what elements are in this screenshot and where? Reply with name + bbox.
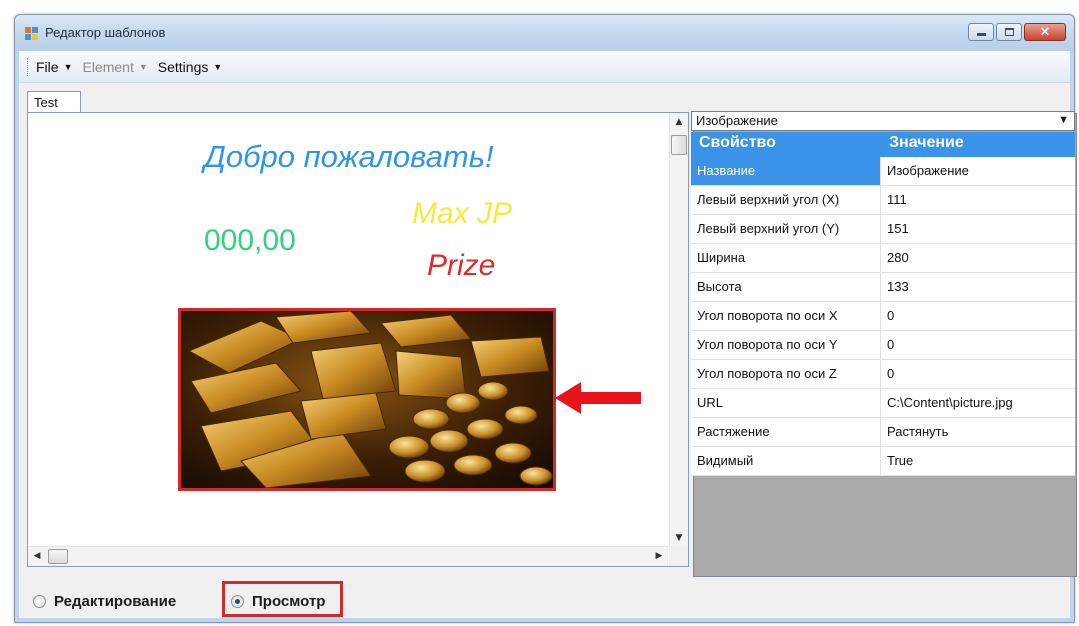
value-column-header: Значение xyxy=(889,134,964,151)
chevron-down-icon: ▼ xyxy=(1058,114,1069,126)
property-name: Угол поворота по оси Z xyxy=(691,360,881,388)
property-value[interactable]: 111 xyxy=(881,186,1075,214)
maximize-button[interactable] xyxy=(996,23,1022,41)
edit-mode-radio[interactable]: Редактирование xyxy=(33,593,176,610)
scroll-down-icon[interactable]: ▼ xyxy=(670,529,688,547)
client-area: File ▼ Element ▼ Settings ▼ Test Добро пожа… xyxy=(19,51,1077,618)
property-name: Растяжение xyxy=(691,418,881,446)
menu-grip xyxy=(27,57,30,76)
score-text-element[interactable]: 000,00 xyxy=(204,224,296,258)
tab-test[interactable]: Test xyxy=(27,91,81,113)
view-mode-radio[interactable]: Просмотр xyxy=(231,593,325,610)
property-row-url[interactable]: URL C:\Content\picture.jpg xyxy=(691,389,1075,418)
scroll-left-icon[interactable]: ◀ xyxy=(28,547,46,566)
app-window: Редактор шаблонов × File ▼ Element ▼ Setti… xyxy=(14,14,1077,623)
minimize-button[interactable] xyxy=(968,23,994,41)
property-row-rotation-y[interactable]: Угол поворота по оси Y 0 xyxy=(691,331,1075,360)
horizontal-scrollbar[interactable]: ◀ ▶ xyxy=(28,546,668,566)
edit-mode-label: Редактирование xyxy=(54,593,177,610)
property-name: Угол поворота по оси Y xyxy=(691,331,881,359)
menu-bar: File ▼ Element ▼ Settings ▼ xyxy=(19,51,1070,83)
vertical-scrollbar[interactable]: ▲ ▼ xyxy=(669,113,688,547)
view-mode-label: Просмотр xyxy=(252,593,326,610)
property-row-width[interactable]: Ширина 280 xyxy=(691,244,1075,273)
scroll-up-icon[interactable]: ▲ xyxy=(670,113,688,131)
property-grid: Свойство Значение Название Изображение Л… xyxy=(691,132,1075,476)
menu-file[interactable]: File ▼ xyxy=(36,59,72,75)
property-row-stretch[interactable]: Растяжение Растянуть xyxy=(691,418,1075,447)
menu-file-label: File xyxy=(36,58,59,75)
window-controls: × xyxy=(968,23,1066,43)
scrollbar-corner xyxy=(669,546,688,566)
vertical-scroll-thumb[interactable] xyxy=(671,135,687,155)
property-row-rotation-x[interactable]: Угол поворота по оси X 0 xyxy=(691,302,1075,331)
property-name: Левый верхний угол (Y) xyxy=(691,215,881,243)
property-name: Высота xyxy=(691,273,881,301)
radio-unchecked-icon xyxy=(33,595,46,608)
object-selector-value: Изображение xyxy=(696,113,778,128)
property-value[interactable]: 133 xyxy=(881,273,1075,301)
property-column-header: Свойство xyxy=(699,134,776,151)
property-row-name[interactable]: Название Изображение xyxy=(691,157,1075,186)
property-row-rotation-z[interactable]: Угол поворота по оси Z 0 xyxy=(691,360,1075,389)
property-row-left-x[interactable]: Левый верхний угол (X) 111 xyxy=(691,186,1075,215)
maxjp-text-element[interactable]: Max JP xyxy=(412,197,512,231)
property-value[interactable]: Растянуть xyxy=(881,418,1075,446)
minimize-icon xyxy=(977,33,986,36)
property-value[interactable]: 0 xyxy=(881,331,1075,359)
object-selector-dropdown[interactable]: Изображение ▼ xyxy=(691,111,1075,131)
window-title: Редактор шаблонов xyxy=(45,25,166,40)
chevron-down-icon: ▼ xyxy=(138,61,148,72)
chevron-down-icon: ▼ xyxy=(63,61,73,72)
property-name: Левый верхний угол (X) xyxy=(691,186,881,214)
property-value[interactable]: 151 xyxy=(881,215,1075,243)
property-value[interactable]: C:\Content\picture.jpg xyxy=(881,389,1075,417)
property-row-left-y[interactable]: Левый верхний угол (Y) 151 xyxy=(691,215,1075,244)
property-name: Угол поворота по оси X xyxy=(691,302,881,330)
property-name: URL xyxy=(691,389,881,417)
prize-text-element[interactable]: Prize xyxy=(427,249,495,283)
chevron-down-icon: ▼ xyxy=(213,61,223,72)
close-button[interactable]: × xyxy=(1024,23,1066,41)
property-grid-header: Свойство Значение xyxy=(691,132,1075,157)
mode-selector: Редактирование Просмотр xyxy=(19,581,1070,626)
template-canvas-page: Добро пожаловать! Max JP 000,00 Prize ▲ … xyxy=(27,112,689,567)
property-name: Ширина xyxy=(691,244,881,272)
menu-element[interactable]: Element ▼ xyxy=(82,59,147,75)
property-name: Видимый xyxy=(691,447,881,475)
menu-element-label: Element xyxy=(82,58,134,75)
property-value[interactable]: Изображение xyxy=(881,157,1075,185)
app-icon xyxy=(25,27,39,41)
image-element[interactable] xyxy=(178,308,556,491)
property-value[interactable]: 280 xyxy=(881,244,1075,272)
property-value[interactable]: True xyxy=(881,447,1075,475)
menu-settings[interactable]: Settings ▼ xyxy=(158,59,223,75)
property-value[interactable]: 0 xyxy=(881,360,1075,388)
close-icon: × xyxy=(1039,24,1051,40)
tab-strip: Test xyxy=(27,91,81,113)
property-value[interactable]: 0 xyxy=(881,302,1075,330)
horizontal-scroll-thumb[interactable] xyxy=(48,549,68,564)
maximize-icon xyxy=(1005,28,1014,36)
property-name: Название xyxy=(691,157,881,185)
property-row-height[interactable]: Высота 133 xyxy=(691,273,1075,302)
gold-bars-and-coins-picture xyxy=(181,311,553,488)
welcome-text-element[interactable]: Добро пожаловать! xyxy=(204,139,494,175)
menu-settings-label: Settings xyxy=(157,58,209,75)
template-canvas[interactable]: Добро пожаловать! Max JP 000,00 Prize xyxy=(28,113,668,547)
scroll-right-icon[interactable]: ▶ xyxy=(650,547,668,566)
title-bar[interactable]: Редактор шаблонов × xyxy=(15,15,1074,51)
red-arrow-left-icon xyxy=(555,382,641,414)
property-row-visible[interactable]: Видимый True xyxy=(691,447,1075,476)
radio-checked-icon xyxy=(231,595,244,608)
